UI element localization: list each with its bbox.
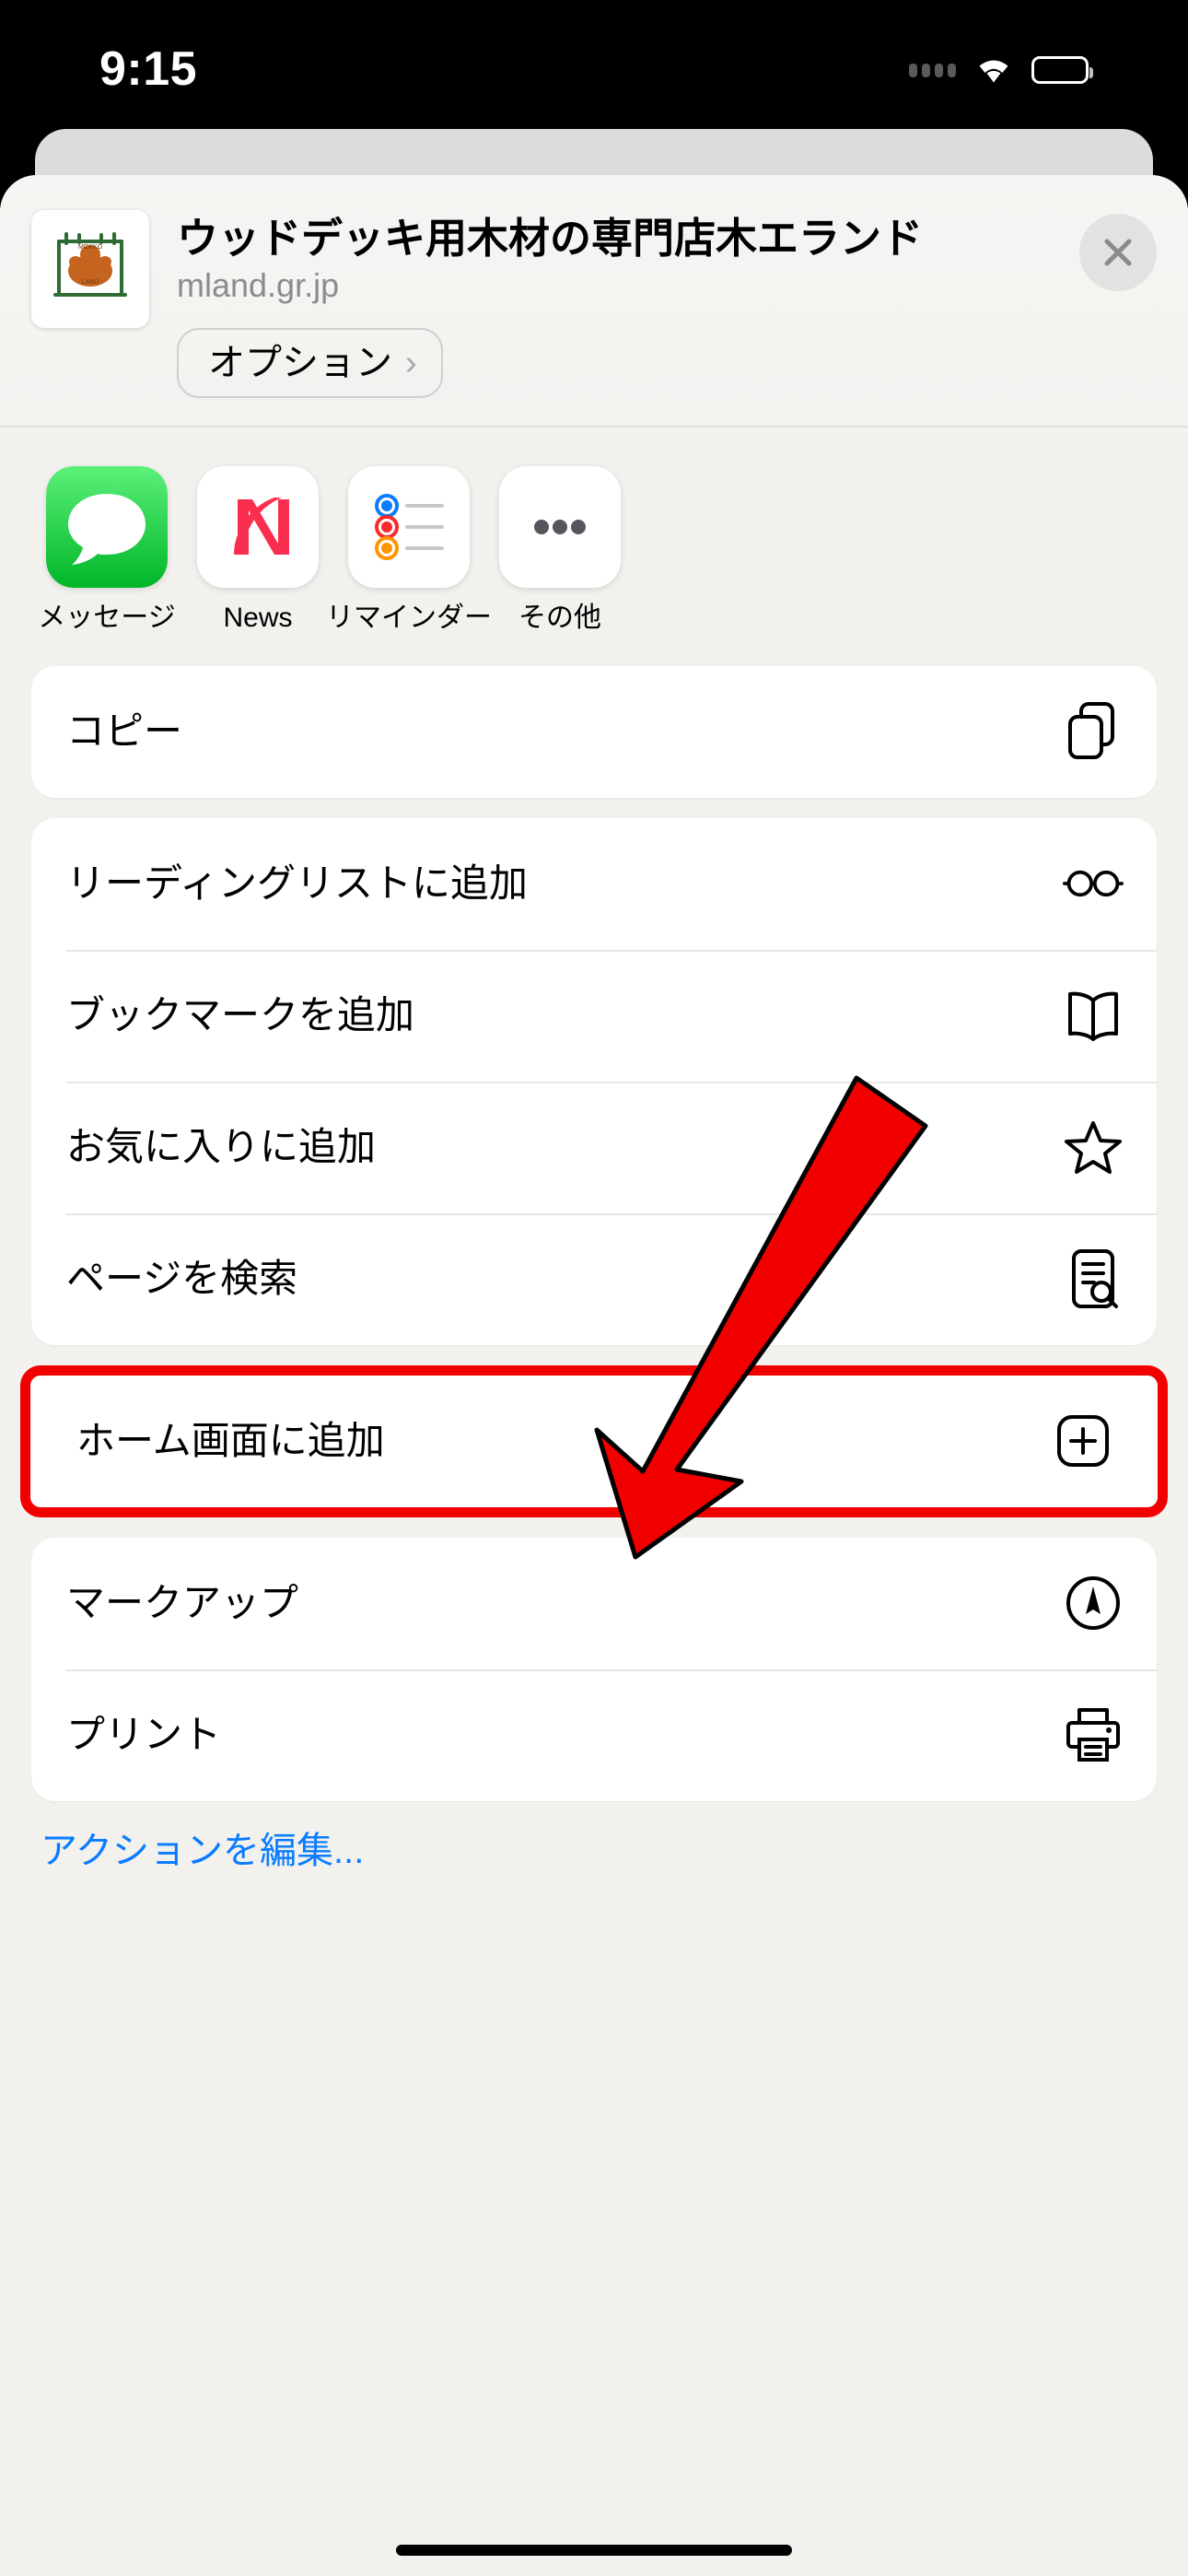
site-favicon-thumbnail: MOKKO LAND [31, 210, 149, 328]
action-label: コピー [66, 709, 183, 754]
svg-text:MOKKO: MOKKO [78, 244, 103, 251]
wifi-icon [973, 54, 1015, 86]
highlight-box-add-to-home-screen: ホーム画面に追加 [20, 1364, 1168, 1517]
share-target-info: ウッドデッキ用木材の専門店木エランド mland.gr.jp オプション › [177, 210, 1157, 398]
share-sheet-header: MOKKO LAND ウッドデッキ用木材の専門店木エランド mland.gr.j… [0, 175, 1188, 426]
reminders-icon [348, 465, 470, 588]
copy-icon [1063, 701, 1124, 762]
action-row-copy[interactable]: コピー [31, 666, 1157, 798]
chevron-right-icon: › [405, 343, 417, 382]
star-icon [1063, 1117, 1124, 1177]
signal-dots-icon [909, 63, 956, 77]
action-group-safari-top: リーディングリストに追加 ブックマークを追加 お気に入りに追加 ページを検索 [31, 817, 1157, 1345]
share-targets-row: メッセージ News リマインダー その他 [0, 427, 1188, 666]
action-group-copy: コピー [31, 665, 1157, 798]
battery-icon [1031, 56, 1093, 84]
options-button[interactable]: オプション › [177, 327, 443, 398]
printer-icon [1063, 1704, 1124, 1765]
share-target-label: その他 [518, 602, 601, 633]
share-sheet: MOKKO LAND ウッドデッキ用木材の専門店木エランド mland.gr.j… [0, 175, 1188, 2576]
action-row-print[interactable]: プリント [31, 1669, 1157, 1801]
close-icon [1104, 239, 1132, 266]
action-label: マークアップ [66, 1581, 299, 1625]
share-target-reminders[interactable]: リマインダー [326, 465, 492, 633]
find-on-page-icon [1063, 1248, 1124, 1309]
action-label: ページを検索 [66, 1257, 298, 1301]
action-label: ホーム画面に追加 [76, 1419, 385, 1463]
book-icon [1063, 985, 1124, 1046]
share-target-messages[interactable]: メッセージ [31, 465, 182, 633]
home-indicator [396, 2545, 792, 2556]
action-label: リーディングリストに追加 [66, 861, 529, 906]
action-row-add-favorite[interactable]: お気に入りに追加 [31, 1081, 1157, 1213]
action-row-add-to-home-screen[interactable]: ホーム画面に追加 [30, 1376, 1158, 1507]
action-group-safari-bottom: マークアップ プリント [31, 1537, 1157, 1801]
status-bar: 9:15 [0, 0, 1188, 129]
share-target-label: News [223, 602, 293, 633]
action-row-markup[interactable]: マークアップ [31, 1538, 1157, 1669]
page-title: ウッドデッキ用木材の専門店木エランド [177, 216, 924, 262]
status-bar-time: 9:15 [99, 42, 198, 96]
action-label: プリント [66, 1713, 222, 1757]
share-target-label: リマインダー [326, 602, 492, 633]
markup-pen-icon [1063, 1573, 1124, 1633]
more-ellipsis-icon [499, 465, 621, 588]
news-icon [197, 465, 319, 588]
share-target-more[interactable]: その他 [484, 465, 635, 633]
add-to-home-plus-icon [1053, 1411, 1113, 1471]
action-row-add-bookmark[interactable]: ブックマークを追加 [31, 949, 1157, 1082]
share-target-label: メッセージ [38, 602, 176, 633]
action-label: ブックマークを追加 [66, 993, 415, 1037]
glasses-icon [1063, 853, 1124, 914]
share-target-news[interactable]: News [182, 465, 333, 633]
close-button[interactable] [1079, 214, 1157, 291]
edit-actions-link[interactable]: アクションを編集... [41, 1832, 1157, 1869]
action-row-add-to-reading-list[interactable]: リーディングリストに追加 [31, 818, 1157, 950]
action-row-find-on-page[interactable]: ページを検索 [31, 1212, 1157, 1345]
action-label: お気に入りに追加 [66, 1125, 377, 1169]
messages-icon [46, 465, 168, 588]
options-button-label: オプション [208, 342, 392, 383]
status-bar-indicators [909, 54, 1093, 86]
page-url: mland.gr.jp [177, 266, 340, 305]
svg-text:LAND: LAND [82, 279, 99, 286]
